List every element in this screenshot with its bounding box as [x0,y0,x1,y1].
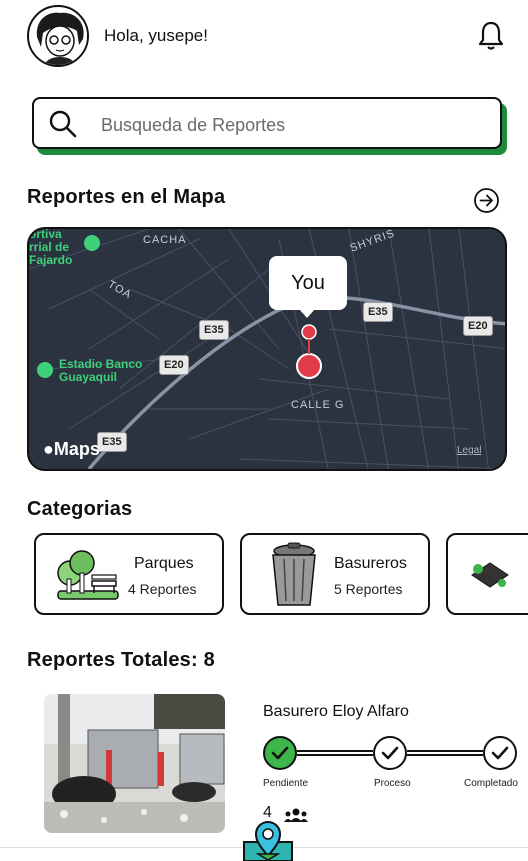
user-avatar[interactable] [27,5,89,67]
greeting-text: Hola, yusepe! [104,26,208,45]
highway-shield-e20: E20 [463,316,493,336]
check-icon [491,746,509,760]
arrow-right-circle-icon[interactable] [473,187,500,214]
reports-total-title: Reportes Totales: 8 [27,649,215,671]
highway-shield-e35: E35 [363,302,393,322]
map-section-title: Reportes en el Mapa [27,186,226,208]
category-card-basureros[interactable]: Basureros 5 Reportes [240,533,430,615]
maps-attribution-text: Maps [53,439,100,459]
step-label-pendiente: Pendiente [263,778,309,789]
check-icon [381,746,399,760]
step-proceso-check [373,736,407,770]
apple-logo-icon: ● [43,439,54,459]
report-title: Basurero Eloy Alfaro [263,703,409,720]
step-completado-check [483,736,517,770]
step-label-completado: Completado [464,778,518,789]
report-card[interactable]: Basurero Eloy Alfaro Pendiente Proceso C… [44,694,518,834]
category-card-parques[interactable]: Parques 4 Reportes [34,533,224,615]
search-icon [49,110,77,138]
categories-title: Categorias [27,498,133,520]
report-progress-steps: Pendiente Proceso Completado [263,736,518,796]
step-pendiente-check [263,736,297,770]
you-location-callout: You [269,256,347,318]
reports-map[interactable]: ortiva rrial de Fajardo Estadio Banco Gu… [27,227,507,471]
place-label-estadio: Estadio Banco Guayaquil [59,357,143,384]
category-card-partial[interactable] [446,533,528,615]
check-icon [271,746,289,760]
maps-attribution: ●Maps [43,439,100,460]
legal-link[interactable]: Legal [457,445,481,456]
app-header: Hola, yusepe! [0,0,528,72]
search-placeholder: Busqueda de Reportes [101,115,286,135]
categories-carousel[interactable]: Parques 4 Reportes Basureros 5 Reportes [0,533,528,617]
highway-shield-e20: E20 [159,355,189,375]
street-label-calle-g: CALLE G [291,399,345,411]
map-pin-fab-icon[interactable] [240,820,296,861]
road-icon [471,562,509,588]
place-label-fajardo: ortiva rrial de Fajardo [29,227,73,267]
street-label-cacha: CACHA [143,234,187,246]
category-count: 5 Reportes [334,581,403,597]
highway-shield-e35: E35 [97,432,127,452]
bell-icon[interactable] [476,20,506,52]
category-name: Basureros [334,555,407,572]
step-connector [407,750,483,756]
search-bar[interactable]: Busqueda de Reportes [32,97,502,149]
step-connector [297,750,373,756]
trash-can-icon [272,542,316,606]
step-label-proceso: Proceso [374,778,411,789]
category-count: 4 Reportes [128,581,197,597]
park-icon [57,550,119,600]
report-photo [44,694,225,833]
category-name: Parques [134,555,194,572]
highway-shield-e35: E35 [199,320,229,340]
